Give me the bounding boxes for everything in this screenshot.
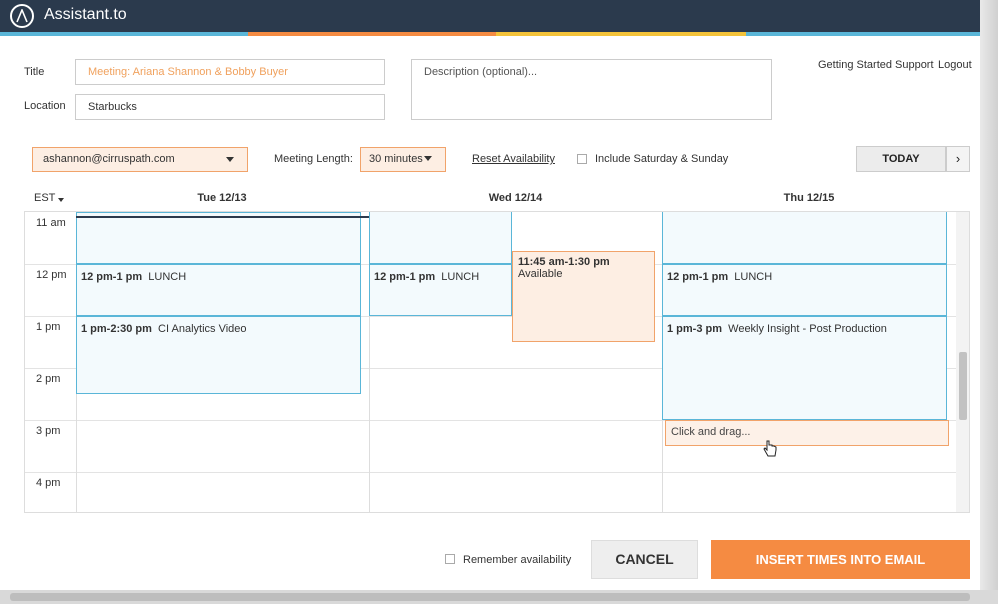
hour-label: 1 pm: [36, 321, 61, 333]
description-input[interactable]: Description (optional)...: [411, 59, 772, 120]
day-header-tue: Tue 12/13: [197, 192, 247, 204]
include-weekend-label: Include Saturday & Sunday: [595, 153, 729, 165]
event-title: CI Analytics Video: [158, 323, 247, 335]
getting-started-link[interactable]: Getting Started: [818, 59, 892, 71]
hour-label: 4 pm: [36, 477, 61, 489]
horizontal-scroll-thumb[interactable]: [10, 593, 970, 601]
event-title: LUNCH: [148, 271, 187, 283]
location-input[interactable]: Starbucks: [75, 94, 385, 120]
cancel-button[interactable]: CANCEL: [591, 540, 698, 579]
app-header: Assistant.to: [0, 0, 998, 32]
calendar-event[interactable]: 1 pm-2:30 pm CI Analytics Video: [76, 316, 361, 394]
day-header-thu: Thu 12/15: [783, 192, 835, 204]
event-time: 1 pm-3 pm: [667, 323, 723, 335]
hour-label: 2 pm: [36, 373, 61, 385]
event-time: 1 pm-2:30 pm: [81, 323, 152, 335]
hour-label: 3 pm: [36, 425, 61, 437]
assistant-logo-icon: [10, 4, 34, 28]
chevron-down-icon: [424, 156, 432, 161]
availability-slot[interactable]: 11:45 am-1:30 pm Available: [512, 251, 655, 342]
window-edge: [980, 0, 998, 604]
hour-label: 12 pm: [36, 269, 67, 281]
header-stripe-blue: [0, 32, 248, 36]
meeting-length-select[interactable]: 30 minutes: [360, 147, 446, 172]
insert-times-button[interactable]: INSERT TIMES INTO EMAIL: [711, 540, 970, 579]
meeting-length-label: Meeting Length:: [274, 153, 353, 165]
next-week-button[interactable]: ›: [946, 146, 970, 172]
calendar-event[interactable]: 12 pm-1 pm LUNCH: [662, 264, 947, 316]
remember-availability-checkbox[interactable]: [445, 554, 455, 564]
event-title: LUNCH: [734, 271, 773, 283]
email-select[interactable]: ashannon@cirruspath.com: [32, 147, 248, 172]
title-input[interactable]: Meeting: Ariana Shannon & Bobby Buyer: [75, 59, 385, 85]
day-header-wed: Wed 12/14: [488, 192, 543, 204]
chevron-down-icon: [226, 157, 234, 162]
event-title: Weekly Insight - Post Production: [728, 323, 887, 335]
calendar-event[interactable]: 1 pm-3 pm Weekly Insight - Post Producti…: [662, 316, 947, 420]
header-stripe-orange: [248, 32, 496, 36]
email-value: ashannon@cirruspath.com: [43, 153, 175, 165]
location-label: Location: [24, 100, 66, 112]
grid-line: [25, 472, 969, 473]
current-time-line: [76, 216, 369, 218]
title-label: Title: [24, 66, 45, 78]
hour-label: 11 am: [36, 217, 66, 229]
meeting-length-value: 30 minutes: [369, 153, 423, 165]
include-weekend-checkbox[interactable]: [577, 154, 587, 164]
calendar-event[interactable]: 12 pm-1 pm LUNCH: [369, 264, 512, 316]
calendar-event-block[interactable]: [76, 212, 361, 264]
event-time: 12 pm-1 pm: [667, 271, 729, 283]
event-time: 12 pm-1 pm: [81, 271, 143, 283]
support-link[interactable]: Support: [895, 59, 934, 71]
calendar-event-block[interactable]: [662, 212, 947, 264]
timezone-select[interactable]: EST: [34, 192, 64, 204]
today-button[interactable]: TODAY: [856, 146, 946, 172]
chevron-down-icon: [58, 198, 64, 202]
app-name: Assistant.to: [44, 6, 127, 23]
drag-selection[interactable]: Click and drag...: [665, 420, 949, 446]
header-stripe-blue-2: [746, 32, 980, 36]
availability-time: 11:45 am-1:30 pm: [518, 256, 610, 268]
chevron-right-icon: ›: [955, 151, 961, 166]
logout-link[interactable]: Logout: [938, 59, 972, 71]
timezone-value: EST: [34, 192, 56, 204]
calendar-event-block[interactable]: [369, 212, 512, 264]
availability-label: Available: [518, 268, 563, 280]
remember-availability-label: Remember availability: [463, 554, 572, 566]
hand-cursor-icon: [763, 440, 777, 461]
calendar-event[interactable]: 12 pm-1 pm LUNCH: [76, 264, 361, 316]
event-title: LUNCH: [441, 271, 480, 283]
header-stripe-yellow: [496, 32, 746, 36]
event-time: 12 pm-1 pm: [374, 271, 436, 283]
calendar-scroll-thumb[interactable]: [959, 352, 967, 420]
reset-availability-link[interactable]: Reset Availability: [472, 153, 555, 165]
calendar-grid[interactable]: 11 am 12 pm 1 pm 2 pm 3 pm 4 pm 12 pm-1 …: [24, 211, 970, 513]
